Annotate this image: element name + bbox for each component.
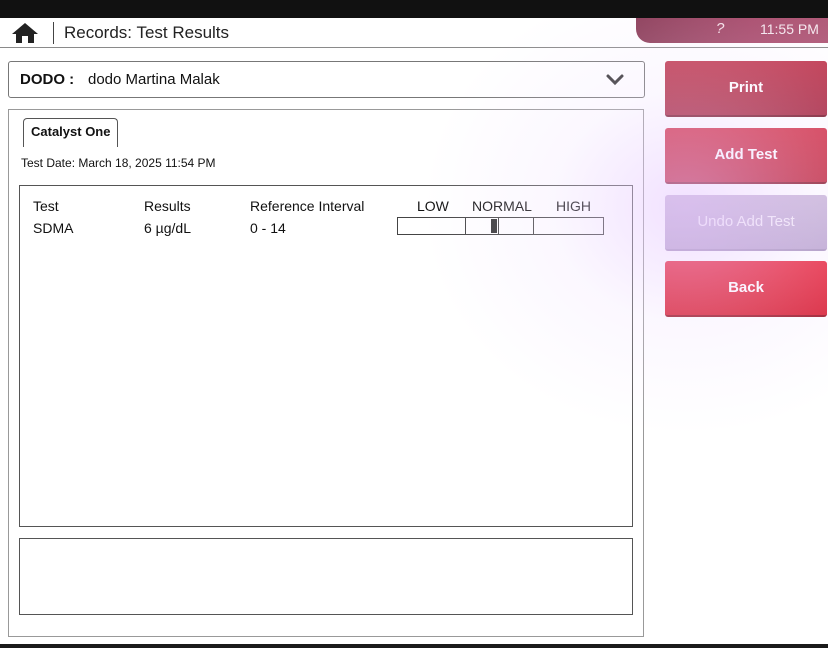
- result-value: 6 µg/dL: [144, 220, 191, 236]
- range-divider: [533, 218, 534, 234]
- patient-dropdown[interactable]: DODO : dodo Martina Malak: [8, 61, 645, 98]
- tab-catalyst-one[interactable]: Catalyst One: [23, 118, 119, 147]
- page-title: Records: Test Results: [64, 23, 230, 42]
- patient-name: dodo Martina Malak: [88, 71, 220, 88]
- notes-box: [19, 538, 633, 615]
- column-header-low: LOW: [417, 198, 449, 214]
- clock: 11:55 PM: [760, 21, 819, 37]
- range-divider: [465, 218, 466, 234]
- column-header-reference: Reference Interval: [250, 198, 365, 214]
- result-reference-interval: 0 - 14: [250, 220, 286, 236]
- home-icon[interactable]: [10, 22, 40, 44]
- result-test-name: SDMA: [33, 220, 74, 236]
- screen: Records: Test Results ? 11:55 PM DODO : …: [0, 18, 828, 644]
- chevron-down-icon[interactable]: [605, 70, 625, 90]
- column-header-normal: NORMAL: [472, 198, 532, 214]
- results-table: Test Results Reference Interval LOW NORM…: [19, 185, 633, 527]
- column-header-high: HIGH: [556, 198, 591, 214]
- test-date: Test Date: March 18, 2025 11:54 PM: [21, 156, 216, 170]
- app-header: Records: Test Results ? 11:55 PM: [0, 18, 828, 48]
- header-divider: [53, 22, 54, 44]
- results-panel: Catalyst One Test Date: March 18, 2025 1…: [8, 109, 644, 637]
- range-marker: [491, 219, 498, 233]
- column-header-test: Test: [33, 198, 59, 214]
- print-button[interactable]: Print: [665, 61, 827, 117]
- bezel-bottom: [0, 644, 828, 648]
- range-indicator: [397, 217, 604, 235]
- column-header-results: Results: [144, 198, 191, 214]
- help-icon[interactable]: ?: [716, 20, 724, 37]
- add-test-button[interactable]: Add Test: [665, 128, 827, 184]
- patient-id: DODO :: [20, 71, 75, 88]
- undo-add-test-button[interactable]: Undo Add Test: [665, 195, 827, 251]
- back-button[interactable]: Back: [665, 261, 827, 317]
- range-midline: [498, 218, 499, 234]
